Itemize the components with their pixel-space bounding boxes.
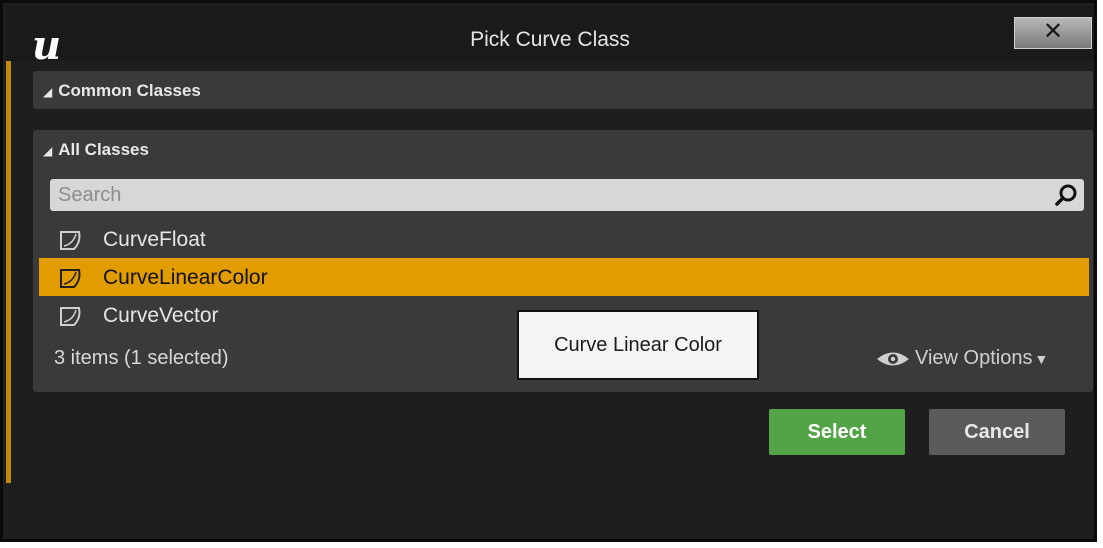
dropdown-arrow-icon: ▼ <box>1034 350 1049 367</box>
common-classes-header[interactable]: ◢ Common Classes <box>43 81 201 101</box>
curve-asset-icon <box>60 269 81 288</box>
list-item-selected[interactable]: CurveLinearColor <box>39 258 1089 296</box>
list-item-label: CurveFloat <box>103 228 206 251</box>
common-classes-label: Common Classes <box>58 81 201 100</box>
expand-triangle-icon: ◢ <box>43 85 53 99</box>
close-button[interactable]: ✕ <box>1014 17 1092 49</box>
tooltip: Curve Linear Color <box>517 310 759 380</box>
common-classes-section: ◢ Common Classes <box>33 71 1093 109</box>
eye-icon <box>877 352 909 365</box>
search-icon[interactable] <box>1054 183 1078 207</box>
window-title: Pick Curve Class <box>470 28 630 51</box>
expand-triangle-icon: ◢ <box>43 144 53 158</box>
all-classes-header[interactable]: ◢ All Classes <box>43 140 149 160</box>
search-input[interactable] <box>58 179 1038 211</box>
title-bar[interactable]: u Pick Curve Class ✕ <box>6 6 1094 66</box>
list-item-label: CurveVector <box>103 304 219 327</box>
pick-curve-class-dialog: u Pick Curve Class ✕ ◢ Common Classes ◢ Al… <box>0 0 1097 542</box>
view-options-label: View Options <box>915 347 1033 369</box>
curve-asset-icon <box>60 307 81 326</box>
background-window-edge <box>6 13 11 483</box>
select-button[interactable]: Select <box>769 409 905 455</box>
cancel-button[interactable]: Cancel <box>929 409 1065 455</box>
view-options-button[interactable]: View Options ▼ <box>875 347 1048 370</box>
all-classes-label: All Classes <box>58 140 149 159</box>
search-box[interactable] <box>50 179 1084 211</box>
list-item[interactable]: CurveFloat <box>39 220 1089 258</box>
curve-asset-icon <box>60 231 81 250</box>
list-item-label: CurveLinearColor <box>103 266 268 289</box>
item-count-status: 3 items (1 selected) <box>54 347 229 369</box>
